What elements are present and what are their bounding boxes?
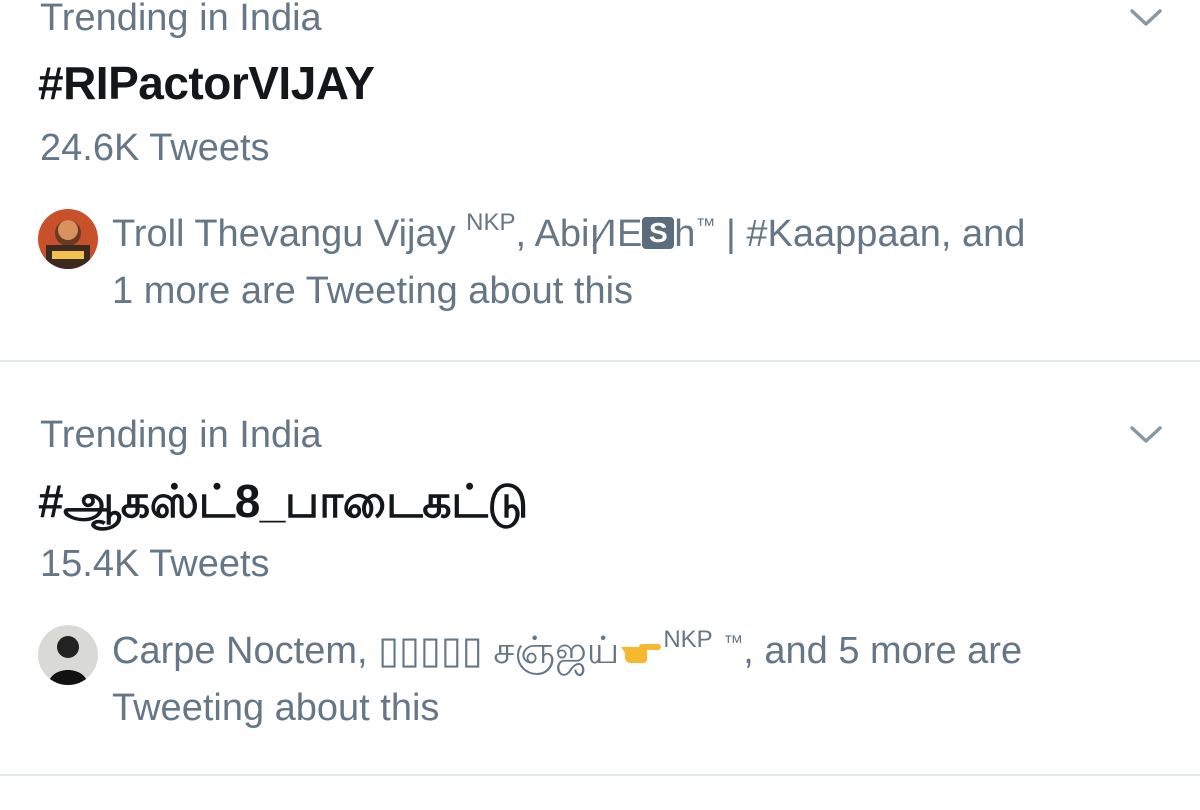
trademark: ™ [695, 215, 716, 237]
tweet-count: 15.4K Tweets [40, 543, 270, 585]
trends-feed: Trending in India #RIPactorVIJAY 24.6K T… [0, 0, 1200, 810]
tweet-count: 24.6K Tweets [40, 127, 270, 169]
trend-hashtag[interactable]: #ஆகஸ்ட்8_பாடைகட்டு [38, 474, 528, 528]
trend-hashtag[interactable]: #RIPactorVIJAY [38, 56, 375, 110]
trademark: ™ [723, 632, 744, 654]
activity-rest: Tweeting about this [112, 687, 440, 729]
chevron-down-icon[interactable] [1126, 419, 1166, 449]
activity-rest: 1 more are Tweeting about this [112, 270, 634, 312]
divider [0, 774, 1200, 776]
boxed-letter: S [642, 217, 675, 249]
user-name[interactable]: Troll Thevangu Vijay [112, 213, 456, 255]
activity-rest: , and 5 more are [743, 630, 1023, 672]
trend-item[interactable]: Trending in India #RIPactorVIJAY 24.6K T… [0, 0, 1200, 360]
chevron-down-icon[interactable] [1126, 2, 1166, 32]
user-badge: NKP [466, 209, 516, 236]
tweeting-about-text: Troll Thevangu Vijay NKP, Abiꞁ⁄ΙΕ Sh™ | #… [112, 206, 1182, 320]
user-name-suffix: h [674, 213, 696, 255]
user-avatar[interactable] [38, 209, 98, 269]
trend-context: Trending in India [40, 0, 322, 39]
user-name[interactable]: Abiꞁ⁄ΙΕ [535, 213, 643, 255]
trend-item[interactable]: Trending in India #ஆகஸ்ட்8_பாடைகட்டு 15.… [0, 362, 1200, 774]
trend-context: Trending in India [40, 414, 322, 456]
tweeting-about-text: Carpe Noctem, ▯▯▯▯▯ சஞ்ஜய் NKP ™, and 5 m… [112, 623, 1182, 737]
user-avatar[interactable] [38, 625, 98, 685]
user-name-rest: | #Kaappaan, and [715, 213, 1026, 255]
user-badge: NKP [663, 626, 713, 653]
user-name[interactable]: Carpe Noctem, ▯▯▯▯▯ சஞ்ஜய் [112, 630, 619, 672]
pointing-finger-icon [619, 625, 663, 663]
separator: , [515, 213, 535, 255]
